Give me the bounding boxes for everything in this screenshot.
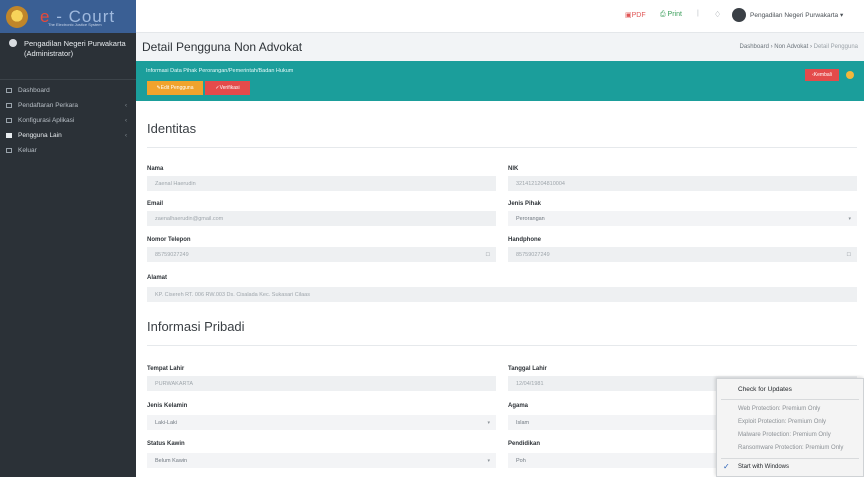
user-menu[interactable]: Pengadilan Negeri Purwakarta ▾ — [750, 11, 843, 19]
tray-context-menu: Check for Updates Web Protection: Premiu… — [716, 378, 864, 477]
sidebar-item-keluar[interactable]: Keluar — [0, 143, 136, 158]
user-group-icon — [6, 39, 20, 51]
checkmark-icon: ✓ — [723, 462, 730, 471]
verify-button[interactable]: ✓ Verifikasi — [205, 81, 250, 95]
user-panel: Pengadilan Negeri Purwakarta (Administra… — [0, 33, 136, 80]
start-with-windows-menu-item[interactable]: Start with Windows — [738, 464, 789, 470]
dropdown-arrow-icon: ▾ — [487, 419, 490, 426]
chevron-left-icon: ‹ — [125, 132, 127, 139]
breadcrumb-dashboard[interactable]: Dashboard — [740, 44, 769, 50]
edit-user-button[interactable]: ✎ Edit Pengguna — [147, 81, 203, 95]
handphone-label: Handphone — [508, 237, 541, 243]
phone-icon: ☐ — [485, 251, 490, 258]
app-logo[interactable]: e - Court The Electronic Justice System — [0, 0, 136, 33]
banner-title: Informasi Data Pihak Perorangan/Pemerint… — [146, 68, 294, 74]
sidebar-item-dashboard[interactable]: Dashboard — [0, 83, 136, 98]
bell-icon[interactable]: ♢ — [714, 10, 723, 19]
alamat-field[interactable]: KP. Cisereh RT. 006 RW.003 Ds. Cisalada … — [147, 287, 857, 302]
page-header: Detail Pengguna Non Advokat Dashboard › … — [136, 33, 864, 61]
web-protection-menu-item: Web Protection: Premium Only — [738, 406, 821, 412]
check-for-updates-menu-item[interactable]: Check for Updates — [738, 386, 792, 393]
edit-icon — [6, 103, 12, 108]
jenis-pihak-select[interactable]: Perorangan ▾ — [508, 211, 857, 226]
user-name: Pengadilan Negeri Purwakarta — [24, 39, 126, 48]
breadcrumb: Dashboard › Non Advokat › Detail Penggun… — [739, 44, 858, 50]
divider — [147, 345, 857, 346]
avatar[interactable] — [732, 8, 746, 22]
menu-separator — [721, 458, 859, 459]
handphone-field[interactable]: 85759027249 ☐ — [508, 247, 857, 262]
divider: | — [697, 10, 699, 17]
top-navbar: ▣PDF ⎙ Print | ♢ Pengadilan Negeri Purwa… — [136, 0, 864, 33]
info-banner: Informasi Data Pihak Perorangan/Pemerint… — [136, 61, 864, 101]
pdf-button[interactable]: ▣PDF — [625, 11, 646, 19]
nik-field[interactable]: 3214121204810004 — [508, 176, 857, 191]
ransomware-protection-menu-item: Ransomware Protection: Premium Only — [738, 445, 844, 451]
chevron-left-icon: ‹ — [125, 117, 127, 124]
dropdown-arrow-icon: ▾ — [848, 215, 851, 222]
nama-label: Nama — [147, 166, 164, 172]
status-kawin-label: Status Kawin — [147, 441, 185, 447]
malware-protection-menu-item: Malware Protection: Premium Only — [738, 432, 831, 438]
divider — [147, 147, 857, 148]
screen: e - Court The Electronic Justice System … — [0, 0, 864, 477]
status-kawin-select[interactable]: Belum Kawin ▾ — [147, 453, 496, 468]
pendidikan-label: Pendidikan — [508, 441, 541, 447]
tanggal-lahir-label: Tanggal Lahir — [508, 366, 547, 372]
jenis-kelamin-select[interactable]: Laki-Laki ▾ — [147, 415, 496, 430]
phone-icon: ☐ — [846, 251, 851, 258]
nik-label: NIK — [508, 166, 519, 172]
email-label: Email — [147, 201, 164, 207]
tempat-lahir-field[interactable]: PURWAKARTA — [147, 376, 496, 391]
email-field[interactable]: zaenalhaerudin@gmail.com — [147, 211, 496, 226]
nama-field[interactable]: Zaenal Haerudin — [147, 176, 496, 191]
breadcrumb-non-advokat[interactable]: Non Advokat — [774, 44, 808, 50]
sidebar-item-pengguna-lain[interactable]: Pengguna Lain ‹ — [0, 128, 136, 143]
exploit-protection-menu-item: Exploit Protection: Premium Only — [738, 419, 827, 425]
jenis-kelamin-label: Jenis Kelamin — [147, 403, 188, 409]
court-emblem-icon — [6, 5, 28, 28]
collapse-icon[interactable] — [846, 71, 854, 79]
app-logo-subtitle: The Electronic Justice System — [48, 22, 102, 27]
telepon-field[interactable]: 85759027249 ☐ — [147, 247, 496, 262]
telepon-label: Nomor Telepon — [147, 237, 191, 243]
sidebar-item-konfigurasi-aplikasi[interactable]: Konfigurasi Aplikasi ‹ — [0, 113, 136, 128]
sidebar: e - Court The Electronic Justice System … — [0, 0, 136, 477]
chevron-left-icon: ‹ — [125, 102, 127, 109]
dashboard-icon — [6, 88, 12, 93]
breadcrumb-current: Detail Pengguna — [813, 44, 858, 50]
sidebar-menu: Dashboard Pendaftaran Perkara ‹ Konfigura… — [0, 83, 136, 158]
user-icon — [6, 133, 12, 138]
menu-separator — [721, 399, 859, 400]
logout-icon — [6, 148, 12, 153]
back-button[interactable]: ‹ Kembali — [805, 69, 839, 81]
print-button[interactable]: ⎙ Print — [660, 11, 682, 19]
sidebar-item-pendaftaran-perkara[interactable]: Pendaftaran Perkara ‹ — [0, 98, 136, 113]
settings-icon — [6, 118, 12, 123]
alamat-label: Alamat — [147, 275, 168, 281]
agama-label: Agama — [508, 403, 529, 409]
page-title: Detail Pengguna Non Advokat — [142, 40, 303, 54]
jenis-pihak-label: Jenis Pihak — [508, 201, 542, 207]
user-role: (Administrator) — [24, 49, 74, 58]
dropdown-arrow-icon: ▾ — [487, 457, 490, 464]
section-identitas-heading: Identitas — [147, 121, 197, 136]
tempat-lahir-label: Tempat Lahir — [147, 366, 185, 372]
section-informasi-pribadi-heading: Informasi Pribadi — [147, 319, 245, 334]
